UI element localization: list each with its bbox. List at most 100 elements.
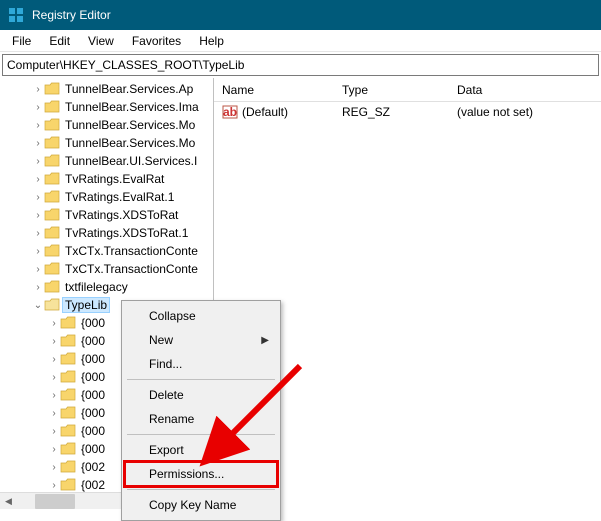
chevron-right-icon[interactable]: › [32, 120, 44, 131]
tree-item[interactable]: › TunnelBear.Services.Mo [0, 116, 213, 134]
window-title: Registry Editor [32, 8, 111, 22]
tree-item[interactable]: › TvRatings.XDSToRat [0, 206, 213, 224]
chevron-right-icon[interactable]: › [48, 318, 60, 329]
tree-item-label: {000 [79, 406, 107, 420]
menu-item-rename[interactable]: Rename [125, 407, 277, 431]
chevron-right-icon[interactable]: › [48, 480, 60, 491]
tree-item-label: {000 [79, 352, 107, 366]
chevron-right-icon[interactable]: › [32, 174, 44, 185]
menu-item-label: New [149, 333, 173, 347]
tree-item-label: {002 [79, 478, 107, 492]
tree-item-label: TvRatings.XDSToRat [63, 208, 180, 222]
value-name: ab(Default) [214, 104, 334, 120]
folder-icon [60, 316, 76, 330]
chevron-right-icon[interactable]: › [32, 138, 44, 149]
content-split: ›TunnelBear.Services.Ap › TunnelBear.Servi… [0, 78, 601, 509]
chevron-right-icon[interactable]: › [32, 246, 44, 257]
menu-item-copy-key-name[interactable]: Copy Key Name [125, 493, 277, 517]
folder-icon [44, 154, 60, 168]
chevron-right-icon[interactable]: › [48, 336, 60, 347]
tree-item-label: TunnelBear.Services.Ima [63, 100, 201, 114]
chevron-right-icon[interactable]: › [32, 264, 44, 275]
col-name[interactable]: Name [214, 83, 334, 97]
chevron-right-icon[interactable]: › [32, 228, 44, 239]
address-path: Computer\HKEY_CLASSES_ROOT\TypeLib [7, 58, 244, 72]
address-bar[interactable]: Computer\HKEY_CLASSES_ROOT\TypeLib [2, 54, 599, 76]
value-type: REG_SZ [334, 105, 449, 119]
menu-edit[interactable]: Edit [41, 32, 78, 50]
col-type[interactable]: Type [334, 83, 449, 97]
chevron-right-icon[interactable]: › [48, 462, 60, 473]
chevron-right-icon[interactable]: › [48, 444, 60, 455]
folder-icon [60, 334, 76, 348]
chevron-right-icon[interactable]: › [32, 210, 44, 221]
menu-item-find[interactable]: Find... [125, 352, 277, 376]
menu-help[interactable]: Help [191, 32, 232, 50]
menu-separator [127, 489, 275, 490]
chevron-right-icon[interactable]: › [48, 372, 60, 383]
chevron-right-icon[interactable]: › [48, 426, 60, 437]
tree-item-label: TvRatings.EvalRat.1 [63, 190, 176, 204]
list-row[interactable]: ab(Default)REG_SZ(value not set) [214, 102, 601, 122]
chevron-right-icon[interactable]: › [48, 354, 60, 365]
menu-item-label: Permissions... [149, 467, 224, 481]
folder-icon [44, 244, 60, 258]
tree-item[interactable]: › TxCTx.TransactionConte [0, 260, 213, 278]
folder-icon [44, 172, 60, 186]
chevron-right-icon[interactable]: › [32, 156, 44, 167]
tree-item[interactable]: › TvRatings.EvalRat.1 [0, 188, 213, 206]
chevron-right-icon[interactable]: › [48, 390, 60, 401]
string-value-icon: ab [222, 104, 238, 120]
scroll-left-button[interactable]: ◀ [0, 493, 17, 510]
chevron-right-icon[interactable]: › [32, 102, 44, 113]
folder-icon [44, 298, 60, 312]
menu-separator [127, 434, 275, 435]
tree-item[interactable]: ›TunnelBear.Services.Ap [0, 80, 213, 98]
tree-item[interactable]: › TxCTx.TransactionConte [0, 242, 213, 260]
tree-item-label: TypeLib [63, 298, 109, 312]
tree-item[interactable]: › txtfilelegacy [0, 278, 213, 296]
folder-icon [60, 460, 76, 474]
menu-separator [127, 379, 275, 380]
col-data[interactable]: Data [449, 83, 490, 97]
tree-item-label: TunnelBear.Services.Mo [63, 118, 197, 132]
chevron-right-icon[interactable]: › [32, 192, 44, 203]
folder-icon [44, 136, 60, 150]
tree-item[interactable]: › TunnelBear.UI.Services.I [0, 152, 213, 170]
menu-item-new[interactable]: New ▶ [125, 328, 277, 352]
menu-item-delete[interactable]: Delete [125, 383, 277, 407]
tree-item[interactable]: › TunnelBear.Services.Ima [0, 98, 213, 116]
menu-view[interactable]: View [80, 32, 122, 50]
folder-icon [44, 100, 60, 114]
folder-icon [44, 280, 60, 294]
tree-item-label: TunnelBear.UI.Services.I [63, 154, 199, 168]
menu-item-permissions[interactable]: Permissions... [125, 462, 277, 486]
menu-item-export[interactable]: Export [125, 438, 277, 462]
tree-item[interactable]: › TunnelBear.Services.Mo [0, 134, 213, 152]
folder-icon [44, 226, 60, 240]
chevron-right-icon[interactable]: › [32, 282, 44, 293]
folder-icon [44, 208, 60, 222]
tree-item-label: TxCTx.TransactionConte [63, 244, 200, 258]
chevron-down-icon[interactable]: ⌄ [32, 300, 44, 311]
tree-item-label: {000 [79, 388, 107, 402]
tree-item-label: TunnelBear.Services.Mo [63, 136, 197, 150]
menu-item-collapse[interactable]: Collapse [125, 304, 277, 328]
folder-icon [60, 370, 76, 384]
chevron-right-icon[interactable]: › [48, 408, 60, 419]
list-header: Name Type Data [214, 78, 601, 102]
folder-icon [60, 388, 76, 402]
folder-icon [60, 442, 76, 456]
submenu-arrow-icon: ▶ [261, 335, 269, 346]
scroll-thumb[interactable] [35, 494, 75, 509]
menu-item-label: Find... [149, 357, 182, 371]
menu-favorites[interactable]: Favorites [124, 32, 189, 50]
titlebar: Registry Editor [0, 0, 601, 30]
tree-item[interactable]: ›TvRatings.EvalRat [0, 170, 213, 188]
chevron-right-icon[interactable]: › [32, 84, 44, 95]
tree-item[interactable]: ›TvRatings.XDSToRat.1 [0, 224, 213, 242]
tree-item-label: txtfilelegacy [63, 280, 130, 294]
tree-item-label: TxCTx.TransactionConte [63, 262, 200, 276]
menu-file[interactable]: File [4, 32, 39, 50]
context-menu: Collapse New ▶ Find... DeleteRename Export Per… [121, 300, 281, 521]
